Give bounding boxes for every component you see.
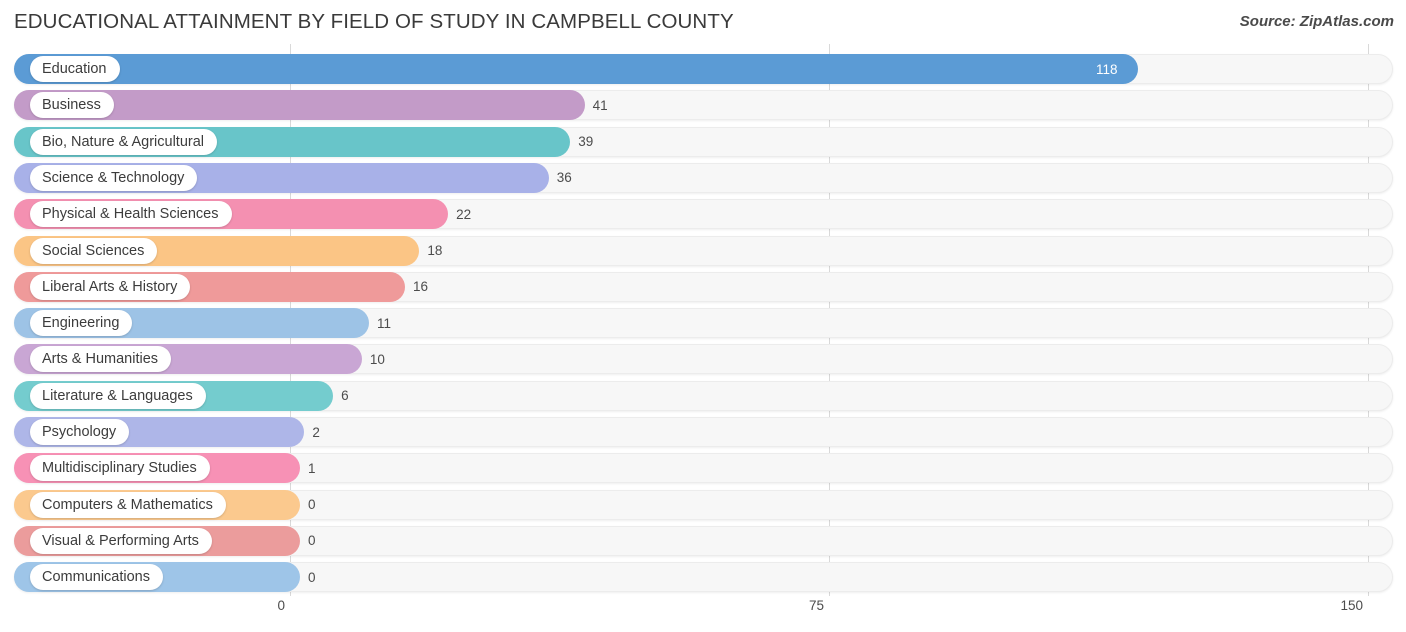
bar-category-label: Engineering bbox=[30, 310, 133, 337]
bar-value-label: 10 bbox=[369, 351, 385, 367]
x-axis: 0 75 150 bbox=[0, 596, 1406, 632]
bar-value-label: 1 bbox=[308, 460, 316, 476]
source-attribution: Source: ZipAtlas.com bbox=[1239, 13, 1394, 30]
bar-category-label: Visual & Performing Arts bbox=[30, 527, 212, 554]
bar-value-label: 0 bbox=[308, 533, 316, 549]
bar-category-label: Bio, Nature & Agricultural bbox=[30, 128, 217, 155]
bar[interactable] bbox=[14, 54, 1139, 84]
bar-category-label: Communications bbox=[30, 564, 163, 591]
bar-category-label: Education bbox=[30, 56, 120, 82]
bar-category-label: Social Sciences bbox=[30, 237, 158, 264]
bar-category-label: Science & Technology bbox=[30, 164, 198, 191]
table-row: Multidisciplinary Studies 1 bbox=[14, 453, 1393, 484]
bar-category-label: Multidisciplinary Studies bbox=[30, 455, 210, 482]
table-row: Social Sciences 18 bbox=[14, 235, 1393, 266]
table-row: Engineering 11 bbox=[14, 308, 1393, 339]
table-row: Computers & Mathematics 0 bbox=[14, 489, 1393, 520]
table-row: Arts & Humanities 10 bbox=[14, 344, 1393, 375]
bar-value-label: 0 bbox=[308, 569, 316, 585]
bar-category-label: Psychology bbox=[30, 419, 130, 445]
bar-value-label: 6 bbox=[341, 388, 349, 404]
bar-value-label: 16 bbox=[412, 279, 429, 295]
bar-category-label: Computers & Mathematics bbox=[30, 491, 226, 518]
table-row: Visual & Performing Arts 0 bbox=[14, 525, 1393, 556]
bar-category-label: Liberal Arts & History bbox=[30, 273, 191, 300]
bar-value-label: 36 bbox=[556, 170, 572, 186]
bar-value-label: 41 bbox=[592, 97, 608, 113]
bar-value-label: 18 bbox=[427, 243, 443, 258]
bar-value-label: 2 bbox=[312, 424, 320, 440]
table-row: Science & Technology 36 bbox=[14, 162, 1393, 193]
table-row: Business 41 bbox=[14, 90, 1393, 121]
table-row: Bio, Nature & Agricultural 39 bbox=[14, 126, 1393, 157]
x-axis-tick-label: 0 bbox=[277, 598, 285, 613]
chart-plot-area: Education 118 Business 41 Bio, Nature & Agri… bbox=[0, 44, 1406, 596]
bar-category-label: Arts & Humanities bbox=[30, 346, 172, 373]
bar-value-label: 0 bbox=[308, 497, 316, 513]
x-axis-tick-label: 150 bbox=[1340, 598, 1363, 613]
chart-header: EDUCATIONAL ATTAINMENT BY FIELD OF STUDY… bbox=[0, 0, 1406, 44]
page-title: EDUCATIONAL ATTAINMENT BY FIELD OF STUDY… bbox=[14, 10, 734, 33]
bar-value-label: 11 bbox=[377, 315, 392, 331]
table-row: Communications 0 bbox=[14, 562, 1393, 593]
table-row: Literature & Languages 6 bbox=[14, 380, 1393, 411]
bar-value-label: 118 bbox=[1096, 61, 1118, 77]
bar-value-label: 22 bbox=[456, 206, 472, 222]
bar-category-label: Literature & Languages bbox=[30, 382, 206, 409]
table-row: Psychology 2 bbox=[14, 417, 1393, 447]
bar-category-label: Physical & Health Sciences bbox=[30, 201, 232, 228]
table-row: Education 118 bbox=[14, 54, 1393, 84]
table-row: Liberal Arts & History 16 bbox=[14, 271, 1393, 302]
x-axis-tick-label: 75 bbox=[808, 598, 824, 613]
table-row: Physical & Health Sciences 22 bbox=[14, 199, 1393, 230]
bar-category-label: Business bbox=[30, 92, 114, 119]
bar-value-label: 39 bbox=[578, 134, 594, 150]
